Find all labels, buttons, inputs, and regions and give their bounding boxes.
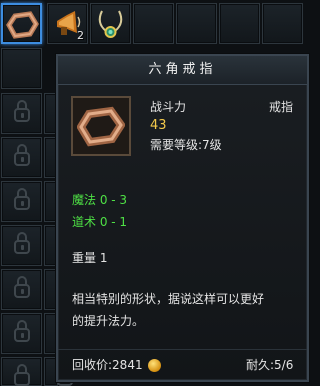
hexagon-ring-icon — [77, 106, 125, 147]
magic-attribute: 魔法 0 - 3 — [72, 193, 128, 207]
item-icon-frame — [71, 96, 131, 156]
locked-slot[interactable] — [1, 269, 42, 310]
item-type: 戒指 — [269, 100, 294, 114]
lock-icon — [21, 289, 24, 294]
inventory-slot-necklace[interactable] — [90, 3, 131, 44]
weight: 重量 1 — [72, 251, 108, 265]
item-tooltip: 六角戒指 战斗力 戒指 43 需要等级:7级 魔法 0 - 3 道术 0 - 1… — [56, 54, 309, 382]
description-line-1: 相当特别的形状，据说这样可以更好 — [72, 292, 265, 306]
inventory-slot-empty[interactable] — [262, 3, 303, 44]
taoism-attribute: 道术 0 - 1 — [72, 215, 128, 229]
locked-slot[interactable] — [1, 313, 42, 354]
durability: 耐久:5/6 — [246, 358, 294, 372]
inventory-slot-empty[interactable] — [1, 48, 42, 89]
description-line-2: 的提升法力。 — [72, 314, 145, 328]
inventory-slot-empty[interactable] — [176, 3, 217, 44]
locked-slot[interactable] — [1, 93, 42, 134]
locked-slot[interactable] — [1, 357, 42, 386]
lock-icon — [21, 333, 24, 338]
item-count: 2 — [77, 29, 84, 42]
sell-price-text: 回收价:2841 — [72, 358, 143, 372]
power-label: 战斗力 — [150, 100, 187, 114]
inventory-slot-empty[interactable] — [219, 3, 260, 44]
locked-slot[interactable] — [1, 181, 42, 222]
necklace-icon — [98, 10, 123, 38]
lock-icon — [21, 113, 24, 118]
hexagon-ring-icon — [6, 11, 39, 39]
inventory-slot-empty[interactable] — [133, 3, 174, 44]
locked-slot[interactable] — [1, 137, 42, 178]
lock-icon — [21, 245, 24, 250]
inventory-slot-ring[interactable] — [1, 3, 42, 44]
inventory-slot-horn[interactable]: 2 — [47, 3, 88, 44]
power-value: 43 — [150, 118, 167, 133]
locked-slot[interactable] — [1, 225, 42, 266]
sell-price: 回收价:2841 — [72, 356, 162, 373]
footer-divider — [58, 349, 307, 350]
lock-icon — [21, 157, 24, 162]
gold-coin-icon — [148, 359, 162, 372]
lock-icon — [21, 201, 24, 206]
item-name: 六角戒指 — [58, 56, 307, 85]
level-requirement: 需要等级:7级 — [150, 138, 222, 152]
